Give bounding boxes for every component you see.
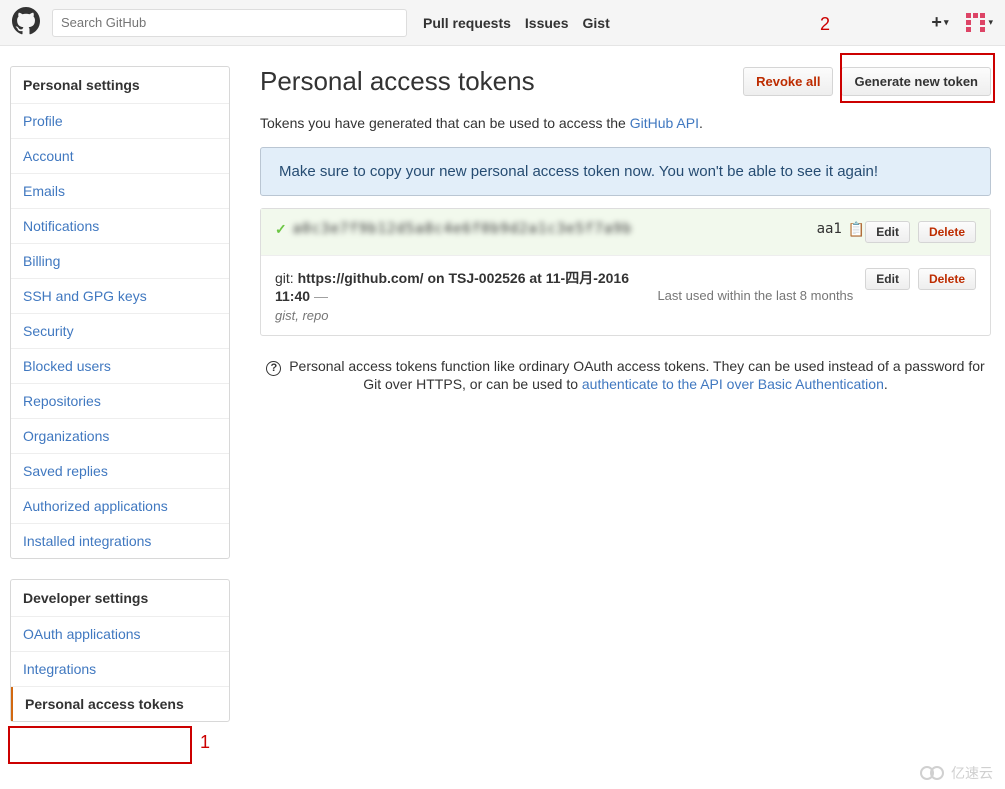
nav-issues[interactable]: Issues	[525, 15, 569, 31]
delete-token-button[interactable]: Delete	[918, 221, 976, 243]
token-last-used: Last used within the last 8 months	[657, 288, 853, 303]
delete-token-button[interactable]: Delete	[918, 268, 976, 290]
nav-gist[interactable]: Gist	[583, 15, 610, 31]
revoke-all-button[interactable]: Revoke all	[743, 67, 833, 96]
page-description: Tokens you have generated that can be us…	[260, 115, 991, 131]
sidebar-item-security[interactable]: Security	[11, 314, 229, 349]
desc-text: Tokens you have generated that can be us…	[260, 115, 630, 131]
primary-nav: Pull requests Issues Gist	[423, 15, 610, 31]
annotation-label-2: 2	[820, 14, 830, 35]
sidebar-item-emails[interactable]: Emails	[11, 174, 229, 209]
annotation-label-1: 1	[200, 732, 210, 753]
edit-token-button[interactable]: Edit	[865, 221, 910, 243]
token-description[interactable]: git: https://github.com/ on TSJ-002526 a…	[275, 268, 645, 304]
caret-down-icon: ▾	[944, 17, 949, 28]
sidebar-item-repositories[interactable]: Repositories	[11, 384, 229, 419]
github-logo-icon[interactable]	[12, 7, 40, 38]
sidebar-item-ssh-gpg[interactable]: SSH and GPG keys	[11, 279, 229, 314]
sidebar-item-authorized-apps[interactable]: Authorized applications	[11, 489, 229, 524]
edit-token-button[interactable]: Edit	[865, 268, 910, 290]
sidebar-item-billing[interactable]: Billing	[11, 244, 229, 279]
create-new-menu[interactable]: +▾	[931, 12, 948, 33]
flash-notice: Make sure to copy your new personal acce…	[260, 147, 991, 196]
question-icon: ?	[266, 361, 281, 376]
caret-down-icon: ▾	[988, 17, 993, 28]
user-menu[interactable]: ▾	[966, 13, 993, 33]
sidebar-item-notifications[interactable]: Notifications	[11, 209, 229, 244]
copy-icon[interactable]: 📋	[848, 221, 865, 238]
check-icon: ✓	[275, 221, 287, 238]
sidebar-item-oauth-apps[interactable]: OAuth applications	[11, 617, 229, 652]
nav-pull-requests[interactable]: Pull requests	[423, 15, 511, 31]
developer-settings-menu: Developer settings OAuth applications In…	[10, 579, 230, 722]
token-value-masked: a0c3e7f9b12d5a8c4e6f0b9d2a1c3e5f7a9b	[293, 221, 821, 237]
sidebar-item-personal-access-tokens[interactable]: Personal access tokens	[11, 687, 229, 721]
search-input[interactable]	[52, 9, 407, 37]
sidebar-item-installed-integrations[interactable]: Installed integrations	[11, 524, 229, 558]
token-row: git: https://github.com/ on TSJ-002526 a…	[261, 256, 990, 335]
sidebar-item-blocked[interactable]: Blocked users	[11, 349, 229, 384]
menu-heading: Personal settings	[11, 67, 229, 104]
token-scopes: gist, repo	[275, 308, 645, 323]
watermark: 亿速云	[919, 763, 993, 783]
sidebar-item-integrations[interactable]: Integrations	[11, 652, 229, 687]
token-row-new: ✓ a0c3e7f9b12d5a8c4e6f0b9d2a1c3e5f7a9b a…	[261, 209, 990, 256]
generate-new-token-button[interactable]: Generate new token	[841, 67, 991, 96]
avatar-icon	[966, 13, 986, 33]
main-content: Personal access tokens Revoke all Genera…	[260, 66, 991, 742]
header-right: +▾ ▾	[931, 12, 993, 33]
token-list: ✓ a0c3e7f9b12d5a8c4e6f0b9d2a1c3e5f7a9b a…	[260, 208, 991, 336]
watermark-text: 亿速云	[951, 763, 993, 783]
sidebar-item-profile[interactable]: Profile	[11, 104, 229, 139]
personal-settings-menu: Personal settings Profile Account Emails…	[10, 66, 230, 559]
menu-heading: Developer settings	[11, 580, 229, 617]
sidebar-item-organizations[interactable]: Organizations	[11, 419, 229, 454]
sidebar-item-saved-replies[interactable]: Saved replies	[11, 454, 229, 489]
page-title: Personal access tokens	[260, 66, 535, 97]
settings-sidebar: Personal settings Profile Account Emails…	[10, 66, 230, 742]
basic-auth-link[interactable]: authenticate to the API over Basic Authe…	[582, 376, 884, 392]
sidebar-item-account[interactable]: Account	[11, 139, 229, 174]
footnote: ? Personal access tokens function like o…	[260, 358, 991, 392]
global-header: Pull requests Issues Gist +▾ ▾	[0, 0, 1005, 46]
github-api-link[interactable]: GitHub API	[630, 115, 699, 131]
